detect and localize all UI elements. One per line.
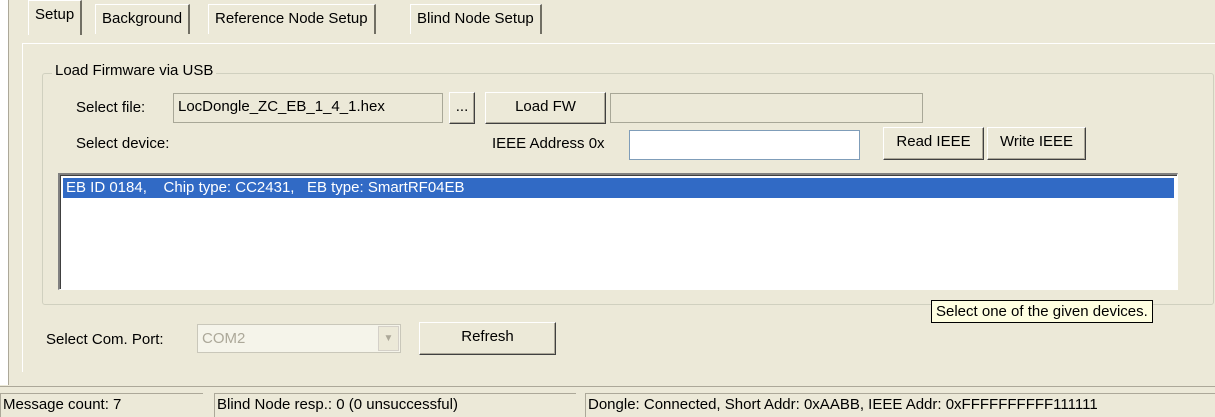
tab-background[interactable]: Background [95,4,191,34]
status-blind-node-resp: Blind Node resp.: 0 (0 unsuccessful) [214,393,576,417]
tab-reference-node-setup[interactable]: Reference Node Setup [208,4,376,34]
tab-blind-node-setup[interactable]: Blind Node Setup [410,4,542,34]
tab-setup[interactable]: Setup [28,0,83,35]
left-edge-panel [0,0,9,385]
status-bar: Message count: 7 Blind Node resp.: 0 (0 … [0,386,1215,417]
tooltip: Select one of the given devices. [931,300,1153,323]
main-window: Setup Background Reference Node Setup Bl… [0,0,1215,417]
group-title: Load Firmware via USB [52,62,217,79]
status-dongle: Dongle: Connected, Short Addr: 0xAABB, I… [585,393,1215,417]
status-message-count: Message count: 7 [0,393,203,417]
